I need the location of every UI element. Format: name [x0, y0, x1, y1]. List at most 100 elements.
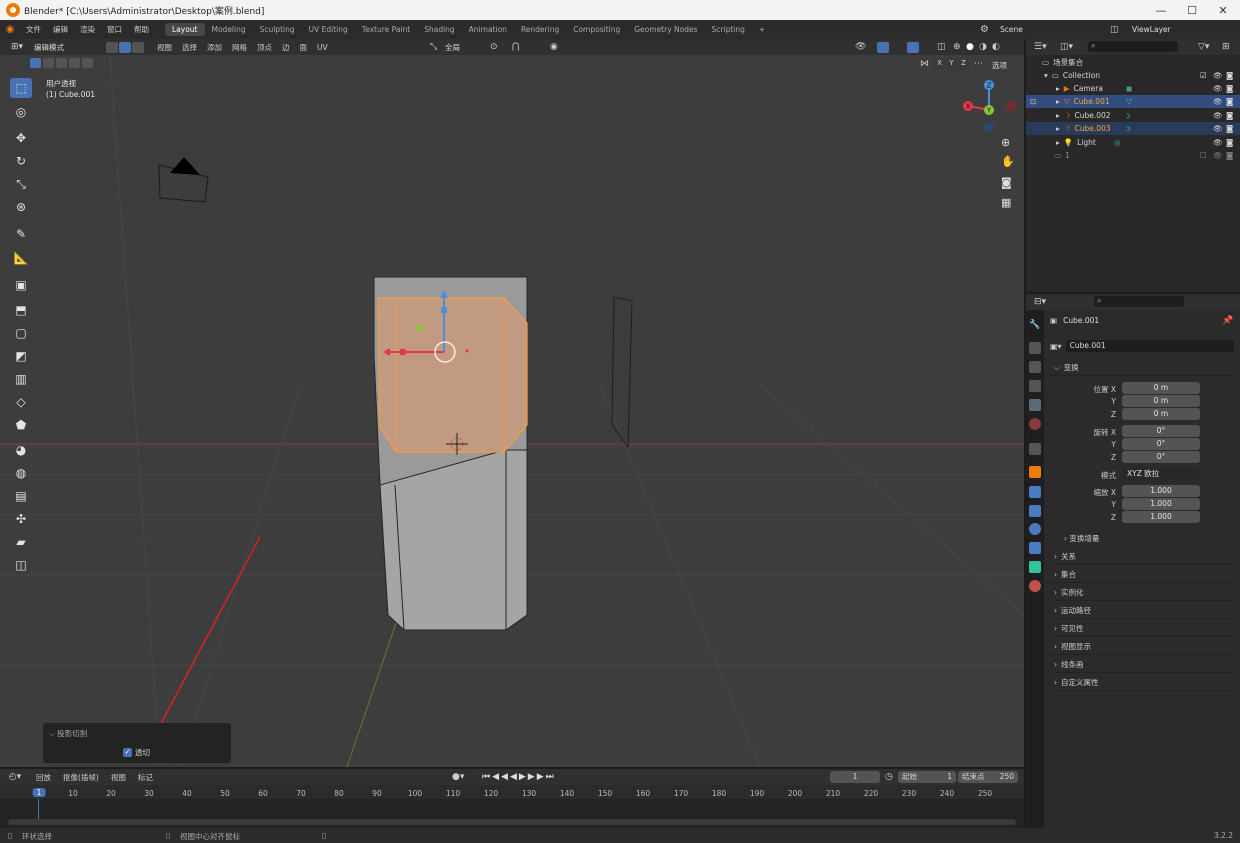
output-tab-icon[interactable]	[1029, 361, 1041, 373]
measure-tool-icon[interactable]: 📐	[10, 248, 32, 268]
menu-edit[interactable]: 编辑	[47, 24, 74, 35]
line-art-section[interactable]: › 线条画	[1050, 657, 1234, 673]
select-subtract-icon[interactable]	[56, 58, 67, 68]
cube-003-render-icon[interactable]: ◙	[1226, 124, 1233, 133]
filter-icon[interactable]: ▽▾	[1198, 42, 1209, 52]
menu-help[interactable]: 帮助	[128, 24, 155, 35]
viewport-display-section[interactable]: › 视图显示	[1050, 639, 1234, 655]
transform-orientation-dropdown[interactable]: 全局	[445, 42, 460, 53]
rotation-x-field[interactable]: 0°	[1122, 425, 1200, 437]
gizmo-toggle-icon[interactable]	[877, 41, 889, 53]
cube-002-render-icon[interactable]: ◙	[1226, 111, 1233, 120]
cube-001-render-icon[interactable]: ◙	[1226, 97, 1233, 106]
outliner-search-input[interactable]: ⌕	[1088, 41, 1178, 52]
minimize-button[interactable]: —	[1146, 0, 1176, 20]
selected-face[interactable]	[377, 297, 528, 453]
record-icon[interactable]: ●▾	[452, 772, 464, 782]
add-workspace-icon[interactable]: +	[752, 23, 772, 36]
rip-tool-icon[interactable]: ◫	[10, 555, 32, 575]
rendered-shading-icon[interactable]: ◐	[992, 42, 1000, 52]
tab-uv-editing[interactable]: UV Editing	[302, 23, 355, 36]
playback-controls[interactable]: ⏮◀◀◀▶▶▶⏭	[482, 772, 556, 782]
visibility-icon[interactable]: 👁	[855, 42, 866, 52]
inset-tool-icon[interactable]: ▢	[10, 323, 32, 343]
rotation-mode-dropdown[interactable]: XYZ 欧拉	[1122, 468, 1200, 480]
start-frame-field[interactable]: 起始 1	[898, 771, 956, 783]
move-tool-icon[interactable]: ✥	[10, 128, 32, 148]
editor-type-icon[interactable]: ⊞▾	[0, 42, 34, 52]
operator-panel-title[interactable]: ⌵ 投影切割	[49, 728, 87, 739]
playback-menu[interactable]: 回放	[30, 772, 57, 783]
location-x-field[interactable]: 0 m	[1122, 382, 1200, 394]
cube-001-mesh[interactable]	[373, 276, 528, 631]
spin-tool-icon[interactable]: ◕	[10, 440, 32, 460]
tab-shading[interactable]: Shading	[417, 23, 461, 36]
select-invert-icon[interactable]	[69, 58, 80, 68]
snap-icon[interactable]: ⋂	[512, 42, 519, 52]
3d-viewport[interactable]: 用户透视 (1) Cube.001 ⋈ X Y Z ⋯ 选项 Z X Y ⊕ ✋…	[0, 55, 1024, 767]
expand-arrow-icon[interactable]: ▸	[1056, 124, 1060, 133]
constraints-tab-icon[interactable]	[1029, 542, 1041, 554]
relations-section[interactable]: › 关系	[1050, 549, 1234, 565]
edge-slide-tool-icon[interactable]: ▤	[10, 486, 32, 506]
cube-002-eye-icon[interactable]: 👁	[1213, 111, 1223, 120]
light-render-icon[interactable]: ◙	[1226, 138, 1233, 147]
loop-cut-tool-icon[interactable]: ▥	[10, 369, 32, 389]
solid-shading-icon[interactable]: ●	[966, 42, 974, 52]
location-z-field[interactable]: 0 m	[1122, 408, 1200, 420]
particles-tab-icon[interactable]	[1029, 505, 1041, 517]
new-collection-icon[interactable]: ⊞	[1222, 42, 1230, 52]
tab-sculpting[interactable]: Sculpting	[253, 23, 302, 36]
menu-mesh[interactable]: 网格	[227, 42, 252, 53]
cut-through-checkbox[interactable]: ✓	[123, 748, 132, 757]
render-tab-icon[interactable]	[1029, 342, 1041, 354]
face-select-icon[interactable]	[132, 41, 144, 53]
expand-arrow-icon[interactable]: ▸	[1056, 138, 1060, 147]
select-intersect-icon[interactable]	[82, 58, 93, 68]
scale-tool-icon[interactable]: ⤡	[10, 174, 32, 194]
pin-icon[interactable]: 📌	[1222, 316, 1233, 326]
marker-menu[interactable]: 标记	[132, 772, 159, 783]
rotation-y-field[interactable]: 0°	[1122, 438, 1200, 450]
visibility-section[interactable]: › 可见性	[1050, 621, 1234, 637]
collections-section[interactable]: › 集合	[1050, 567, 1234, 583]
menu-file[interactable]: 文件	[20, 24, 47, 35]
scale-x-field[interactable]: 1.000	[1122, 485, 1200, 497]
timeline-scrollbar[interactable]	[8, 819, 1016, 825]
extra-render-icon[interactable]: ◙	[1226, 151, 1233, 160]
tab-scripting[interactable]: Scripting	[705, 23, 752, 36]
extra-eye-icon[interactable]: 👁	[1213, 151, 1223, 160]
outliner-item-cube-002[interactable]: ▸ ☽ Cube.002 ↄ 👁 ◙	[1026, 109, 1240, 122]
tab-layout[interactable]: Layout	[165, 23, 205, 36]
camera-eye-icon[interactable]: 👁	[1213, 84, 1223, 93]
physics-tab-icon[interactable]	[1029, 523, 1041, 535]
cut-through-option[interactable]: ✓ 透切	[123, 747, 150, 758]
display-mode-icon[interactable]: ◫▾	[1060, 42, 1073, 52]
cube-001-eye-icon[interactable]: 👁	[1213, 97, 1223, 106]
wireframe-shading-icon[interactable]: ⊕	[953, 42, 961, 52]
mirror-z-toggle[interactable]: Z	[958, 58, 969, 69]
current-frame-field[interactable]: 1	[830, 771, 880, 783]
mode-dropdown[interactable]: 编辑模式	[34, 42, 106, 53]
view-layer-tab-icon[interactable]	[1029, 380, 1041, 392]
edit-mode-icon[interactable]: ⊡	[1030, 97, 1036, 106]
scale-z-field[interactable]: 1.000	[1122, 511, 1200, 523]
expand-arrow-icon[interactable]: ▾	[1044, 71, 1048, 80]
tab-modeling[interactable]: Modeling	[205, 23, 253, 36]
xray-icon[interactable]: ◫	[937, 42, 946, 52]
modifier-tab-icon[interactable]	[1029, 486, 1041, 498]
outliner-editor-icon[interactable]: ☰▾	[1034, 42, 1047, 52]
select-box-tool-icon[interactable]: ⬚	[10, 78, 32, 98]
blender-menu-icon[interactable]: ◉	[0, 24, 20, 35]
menu-window[interactable]: 窗口	[101, 24, 128, 35]
maximize-button[interactable]: ☐	[1177, 0, 1207, 20]
camera-object[interactable]	[158, 157, 209, 203]
object-tab-icon[interactable]	[1029, 466, 1041, 478]
menu-uv[interactable]: UV	[312, 43, 333, 52]
properties-editor-icon[interactable]: ⊟▾	[1034, 297, 1046, 307]
menu-vertex[interactable]: 顶点	[252, 42, 277, 53]
object-data-dropdown-icon[interactable]: ▣▾	[1050, 342, 1062, 351]
menu-edge[interactable]: 边	[277, 42, 295, 53]
keying-menu[interactable]: 抠像(插帧)	[57, 772, 105, 783]
timeline-view-menu[interactable]: 视图	[105, 772, 132, 783]
